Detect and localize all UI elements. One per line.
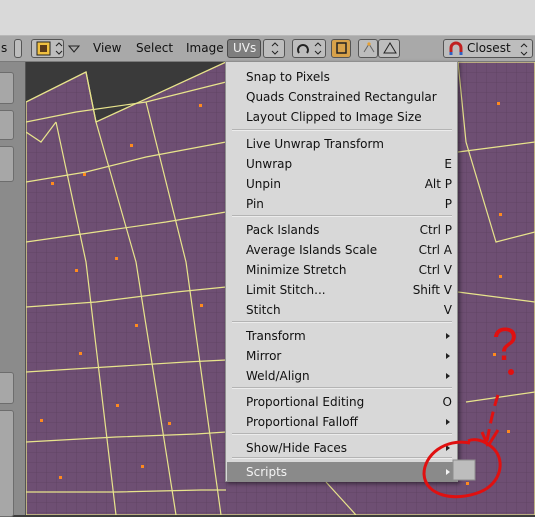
menu-item-shortcut: Ctrl P (419, 223, 452, 237)
submenu-arrow-icon (446, 469, 450, 475)
updown-arrows-icon (271, 42, 279, 55)
menu-item[interactable]: Pin P (227, 194, 457, 214)
menu-item-label: Proportional Editing (246, 395, 365, 409)
menu-item-label: Quads Constrained Rectangular (246, 90, 437, 104)
menu-separator (232, 387, 452, 389)
menu-item-label: Stitch (246, 303, 281, 317)
select-menu[interactable]: Select (136, 41, 173, 55)
menu-item[interactable]: Layout Clipped to Image Size (227, 107, 457, 127)
uv-editor-header: s View Select Image UVs Closest (0, 36, 535, 62)
edge-select-icon (383, 42, 397, 54)
menu-separator (232, 433, 452, 435)
left-spinner[interactable] (14, 39, 22, 58)
menu-item[interactable]: Unwrap E (227, 154, 457, 174)
menu-item[interactable]: Weld/Align (227, 366, 457, 386)
uvs-menu-label: UVs (233, 41, 257, 55)
menu-item[interactable]: Limit Stitch... Shift V (227, 280, 457, 300)
tool-shelf-panel[interactable] (0, 110, 14, 140)
image-menu[interactable]: Image (186, 41, 224, 55)
menu-item[interactable]: Proportional Falloff (227, 412, 457, 432)
menu-item-shortcut: E (444, 157, 452, 171)
menu-item-label: Mirror (246, 349, 282, 363)
pivot-button[interactable] (292, 39, 326, 58)
menu-separator (232, 321, 452, 323)
snap-mode-dropdown[interactable]: Closest (443, 39, 533, 58)
menu-item-label: Snap to Pixels (246, 70, 330, 84)
menu-item-shortcut: V (443, 303, 452, 317)
menu-item[interactable]: Snap to Pixels (227, 67, 457, 87)
vertex-select-icon (363, 42, 375, 53)
tool-shelf-panel[interactable] (0, 146, 14, 182)
submenu-arrow-icon (446, 353, 450, 359)
menu-item[interactable]: Mirror (227, 346, 457, 366)
menu-item[interactable]: Minimize Stretch Ctrl V (227, 260, 457, 280)
uvs-dropdown-menu: Snap to Pixels Quads Constrained Rectangu… (225, 61, 458, 482)
menu-item-shortcut: Shift V (412, 283, 452, 297)
menu-item[interactable]: Pack Islands Ctrl P (227, 220, 457, 240)
menu-item-label: Unpin (246, 177, 281, 191)
uvs-menu-button[interactable]: UVs (227, 39, 261, 58)
menu-item[interactable]: Unpin Alt P (227, 174, 457, 194)
image-editor-icon (36, 41, 63, 56)
tool-shelf (0, 62, 26, 517)
menu-item-label: Pack Islands (246, 223, 320, 237)
menu-item-label: Show/Hide Faces (246, 441, 347, 455)
editor-type-button[interactable] (31, 39, 64, 58)
top-window-strip (0, 0, 535, 36)
menu-item[interactable]: Proportional Editing O (227, 392, 457, 412)
menu-separator (232, 215, 452, 217)
menu-item[interactable]: Live Unwrap Transform (227, 134, 457, 154)
menu-item-label: Weld/Align (246, 369, 310, 383)
tool-shelf-panel[interactable] (0, 372, 14, 404)
menu-item[interactable]: Transform (227, 326, 457, 346)
menu-item-label: Proportional Falloff (246, 415, 358, 429)
menu-item-label: Live Unwrap Transform (246, 137, 384, 151)
menu-item-label: Transform (246, 329, 306, 343)
sync-selection-icon (336, 42, 347, 54)
select-mode-edge-button[interactable] (378, 39, 400, 58)
menu-item-label: Minimize Stretch (246, 263, 347, 277)
submenu-arrow-icon (446, 419, 450, 425)
updown-arrows-icon (520, 43, 528, 56)
submenu-arrow-icon (446, 445, 450, 451)
menu-item[interactable]: Average Islands Scale Ctrl A (227, 240, 457, 260)
tool-shelf-panel[interactable] (0, 72, 14, 104)
menu-item[interactable]: Show/Hide Faces (227, 438, 457, 458)
submenu-arrow-icon (446, 333, 450, 339)
menu-separator (232, 457, 452, 459)
collapse-menus-icon[interactable] (67, 39, 81, 58)
magnet-icon (449, 41, 463, 55)
menu-item[interactable]: Stitch V (227, 300, 457, 320)
menu-item-shortcut: O (442, 395, 452, 409)
mode-spinner[interactable] (263, 39, 285, 58)
menu-item-shortcut: P (444, 197, 452, 211)
sync-selection-button[interactable] (331, 39, 351, 58)
menu-item-shortcut: Alt P (424, 177, 452, 191)
tool-shelf-panel[interactable] (0, 410, 14, 517)
left-cut-label: s (1, 41, 8, 55)
menu-item-label: Unwrap (246, 157, 293, 171)
menu-item-label: Pin (246, 197, 264, 211)
menu-item[interactable]: Scripts (227, 462, 457, 482)
menu-item-label: Scripts (246, 465, 288, 479)
menu-item-label: Layout Clipped to Image Size (246, 110, 422, 124)
pivot-icon (297, 42, 322, 55)
menu-item-shortcut: Ctrl V (418, 263, 452, 277)
menu-item-label: Limit Stitch... (246, 283, 326, 297)
menu-item-label: Average Islands Scale (246, 243, 378, 257)
select-mode-vertex-button[interactable] (358, 39, 378, 58)
view-menu[interactable]: View (93, 41, 121, 55)
snap-mode-value: Closest (467, 41, 511, 55)
menu-item[interactable]: Quads Constrained Rectangular (227, 87, 457, 107)
submenu-arrow-icon (446, 373, 450, 379)
menu-item-shortcut: Ctrl A (418, 243, 452, 257)
menu-separator (232, 129, 452, 131)
